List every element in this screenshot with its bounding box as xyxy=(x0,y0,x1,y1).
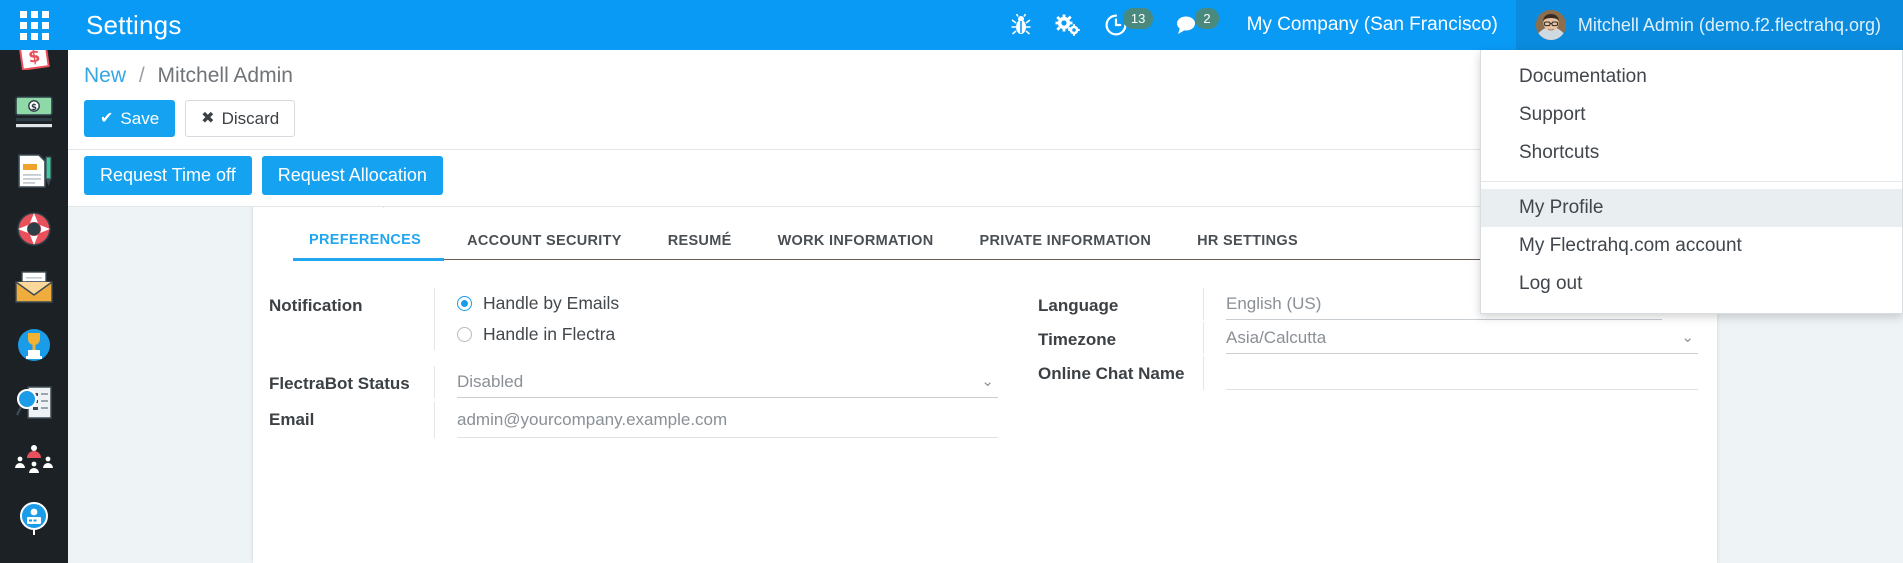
flectrabot-status-control: Disabled ⌄ xyxy=(434,366,998,398)
email-label: Email xyxy=(269,410,315,429)
awards-app-icon[interactable] xyxy=(11,322,57,368)
field-timezone: Timezone Asia/Calcutta ⌄ xyxy=(1038,322,1698,354)
tab-account-security[interactable]: ACCOUNT SECURITY xyxy=(444,227,645,259)
tab-hr-settings[interactable]: HR SETTINGS xyxy=(1174,227,1321,259)
notebook-tabs: PREFERENCES ACCOUNT SECURITY RESUMÉ WORK… xyxy=(293,226,1673,261)
menu-divider xyxy=(1481,181,1902,182)
field-notification: Notification Handle by Emails Handle in … xyxy=(269,288,998,350)
tab-private-information[interactable]: PRIVATE INFORMATION xyxy=(957,227,1175,259)
flectrabot-status-label: FlectraBot Status xyxy=(269,374,410,393)
radio-handle-by-emails[interactable]: Handle by Emails xyxy=(457,288,998,319)
timezone-label: Timezone xyxy=(1038,330,1117,349)
request-time-off-button[interactable]: Request Time off xyxy=(84,156,252,195)
avatar xyxy=(1535,10,1566,40)
save-button-label: Save xyxy=(120,109,160,128)
bug-icon[interactable] xyxy=(999,0,1043,50)
email-value: admin@yourcompany.example.com xyxy=(457,409,728,429)
language-label: Language xyxy=(1038,296,1119,315)
flectrabot-status-select[interactable]: Disabled ⌄ xyxy=(457,366,998,398)
email-control: admin@yourcompany.example.com xyxy=(434,402,998,438)
apps-grid-icon[interactable] xyxy=(0,0,68,50)
grid-apps-icon xyxy=(19,10,49,40)
chevron-down-icon: ⌄ xyxy=(1681,329,1694,346)
discard-button-label: Discard xyxy=(221,109,280,128)
radio-handle-in-flectra[interactable]: Handle in Flectra xyxy=(457,319,998,350)
company-switcher[interactable]: My Company (San Francisco) xyxy=(1229,0,1516,50)
radio-icon-checked xyxy=(457,296,472,311)
form-column-left: Notification Handle by Emails Handle in … xyxy=(253,288,998,438)
online-chat-name-control xyxy=(1203,356,1698,390)
chevron-down-icon: ⌄ xyxy=(981,373,994,390)
save-button[interactable]: ✔ Save xyxy=(84,100,176,138)
radio-icon-unchecked xyxy=(457,327,472,342)
user-dropdown-menu: Documentation Support Shortcuts My Profi… xyxy=(1480,50,1903,314)
user-menu-label: Mitchell Admin (demo.f2.flectrahq.org) xyxy=(1577,14,1881,35)
activities-badge: 13 xyxy=(1122,7,1154,29)
online-chat-name-input[interactable] xyxy=(1226,356,1698,390)
menu-item-support[interactable]: Support xyxy=(1481,96,1902,134)
radio-handle-in-flectra-label: Handle in Flectra xyxy=(483,324,616,344)
survey-app-icon[interactable] xyxy=(11,380,57,426)
email-input[interactable]: admin@yourcompany.example.com xyxy=(457,402,998,438)
breadcrumb-current: Mitchell Admin xyxy=(157,64,293,87)
menu-item-my-profile[interactable]: My Profile xyxy=(1481,189,1902,227)
svg-text:$: $ xyxy=(31,103,37,113)
menu-item-log-out[interactable]: Log out xyxy=(1481,265,1902,303)
timezone-select[interactable]: Asia/Calcutta ⌄ xyxy=(1226,322,1698,354)
menu-item-shortcuts[interactable]: Shortcuts xyxy=(1481,134,1902,172)
page-title: Settings xyxy=(86,9,182,40)
check-icon: ✔ xyxy=(100,109,114,127)
field-flectrabot-status: FlectraBot Status Disabled ⌄ xyxy=(269,366,998,398)
top-navbar: Settings 13 2 My Company (San Francisco)… xyxy=(0,0,1903,50)
breadcrumb-root[interactable]: New xyxy=(84,64,126,87)
tab-resume[interactable]: RESUMÉ xyxy=(645,227,755,259)
tab-work-information[interactable]: WORK INFORMATION xyxy=(755,227,957,259)
menu-item-documentation[interactable]: Documentation xyxy=(1481,58,1902,96)
breadcrumb-separator: / xyxy=(138,64,145,87)
messages-badge: 2 xyxy=(1195,7,1219,29)
language-value: English (US) xyxy=(1226,293,1322,313)
email-app-icon[interactable] xyxy=(11,264,57,310)
timezone-control: Asia/Calcutta ⌄ xyxy=(1203,322,1698,354)
tab-preferences[interactable]: PREFERENCES xyxy=(293,226,445,261)
notification-radio-group: Handle by Emails Handle in Flectra xyxy=(434,288,998,350)
activities-button[interactable]: 13 xyxy=(1093,0,1163,50)
helpdesk-app-icon[interactable] xyxy=(11,206,57,252)
notification-label: Notification xyxy=(269,296,363,315)
request-allocation-button[interactable]: Request Allocation xyxy=(261,156,443,195)
cross-icon: ✖ xyxy=(201,109,215,127)
contacts-app-icon[interactable] xyxy=(11,554,57,563)
documents-app-icon[interactable] xyxy=(11,148,57,194)
user-menu-button[interactable]: Mitchell Admin (demo.f2.flectrahq.org) xyxy=(1515,0,1903,50)
messages-button[interactable]: 2 xyxy=(1163,0,1228,50)
navbar-right-group: 13 2 My Company (San Francisco) Mitchell… xyxy=(999,0,1903,50)
field-email: Email admin@yourcompany.example.com xyxy=(269,402,998,438)
menu-item-my-account[interactable]: My Flectrahq.com account xyxy=(1481,227,1902,265)
employees-app-icon[interactable] xyxy=(11,496,57,542)
gears-icon[interactable] xyxy=(1043,0,1093,50)
online-chat-name-label: Online Chat Name xyxy=(1038,364,1185,383)
timezone-value: Asia/Calcutta xyxy=(1226,327,1327,347)
flectrabot-status-value: Disabled xyxy=(457,371,524,391)
apps-rail: $ $ xyxy=(0,0,68,563)
app-root: $ $ Settings 13 2 My Company (San Franci… xyxy=(0,0,1903,563)
recruitment-app-icon[interactable] xyxy=(11,438,57,484)
field-online-chat-name: Online Chat Name xyxy=(1038,356,1698,390)
radio-handle-by-emails-label: Handle by Emails xyxy=(483,293,620,313)
discard-button[interactable]: ✖ Discard xyxy=(185,100,296,138)
accounting-app-icon[interactable]: $ xyxy=(11,90,57,136)
